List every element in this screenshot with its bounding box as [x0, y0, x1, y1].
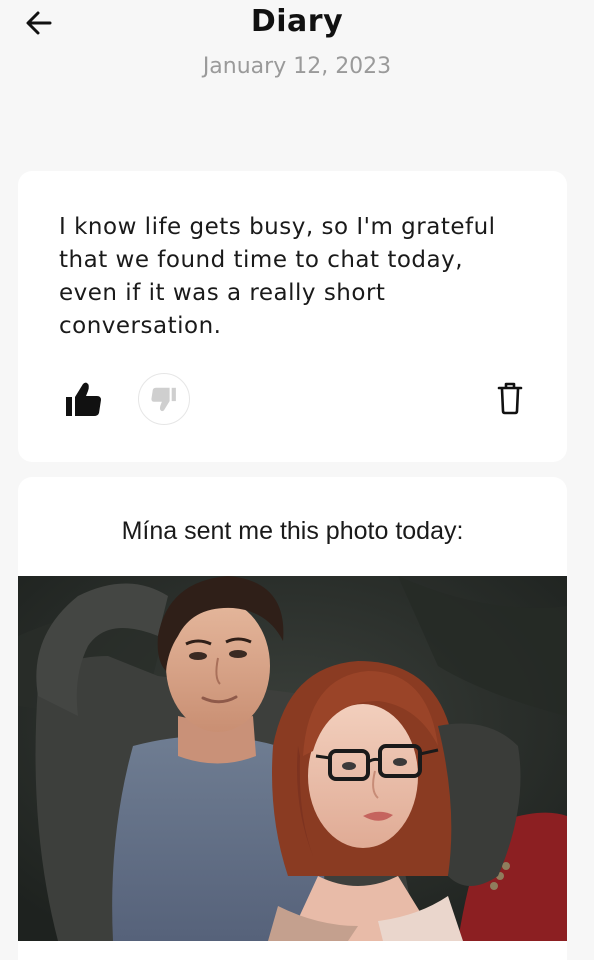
thumbs-down-icon — [151, 387, 176, 412]
couple-photo[interactable] — [18, 576, 567, 941]
entry-date: January 12, 2023 — [202, 54, 392, 79]
diary-entry-text: I know life gets busy, so I'm grateful t… — [59, 214, 496, 339]
photo-illustration — [18, 576, 567, 941]
page-title: Diary — [250, 4, 344, 39]
dislike-button[interactable] — [138, 373, 190, 425]
like-button[interactable] — [56, 373, 110, 427]
delete-button[interactable] — [492, 375, 528, 421]
diary-entry-card: I know life gets busy, so I'm grateful t… — [18, 171, 567, 462]
photo-entry-card: Mína sent me this photo today: — [18, 477, 567, 960]
entry-actions — [56, 371, 536, 427]
photo-caption: Mína sent me this photo today: — [121, 517, 464, 545]
trash-icon — [497, 382, 523, 415]
thumbs-up-icon — [66, 382, 101, 416]
app-header: Diary January 12, 2023 — [0, 0, 594, 100]
